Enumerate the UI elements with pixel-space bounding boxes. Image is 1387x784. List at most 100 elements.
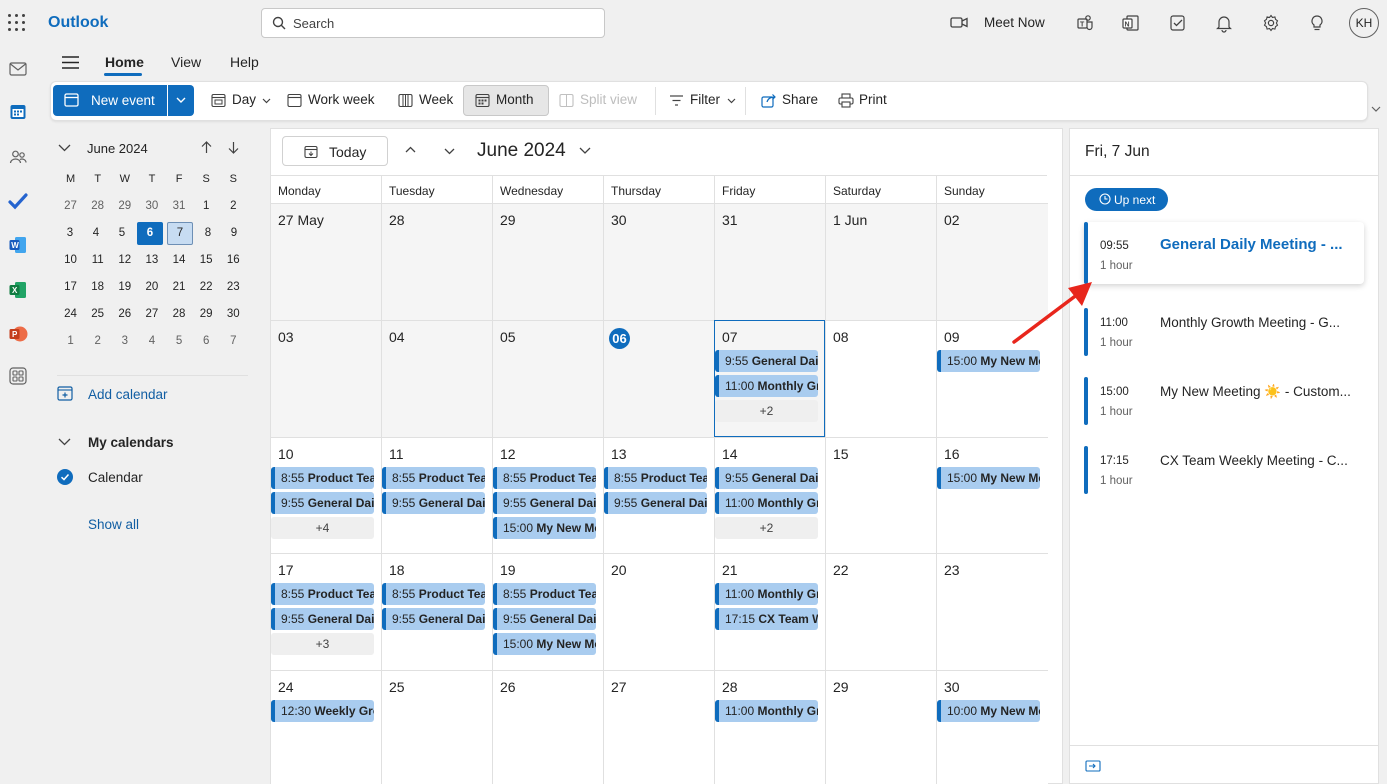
- day-cell[interactable]: 29: [825, 670, 936, 784]
- event-chip[interactable]: 10:00 My New Meeting: [937, 700, 1040, 722]
- day-cell[interactable]: 28: [381, 203, 492, 320]
- tab-view[interactable]: View: [171, 54, 201, 70]
- today-button[interactable]: Today: [282, 136, 388, 166]
- event-chip[interactable]: 11:00 Monthly Growth Meeting: [715, 700, 818, 722]
- more-apps-icon[interactable]: [8, 366, 28, 386]
- week-view-button[interactable]: Week: [419, 92, 453, 107]
- mini-calendar-day[interactable]: 14: [166, 247, 193, 274]
- people-icon[interactable]: [8, 147, 28, 167]
- mini-calendar-day[interactable]: 28: [166, 301, 193, 328]
- day-cell[interactable]: 138:55 Product Team9:55 General Daily Me…: [603, 437, 714, 554]
- event-chip[interactable]: 15:00 My New Meeting: [493, 517, 596, 539]
- mini-calendar-day[interactable]: 12: [111, 247, 138, 274]
- mini-calendar-day[interactable]: 23: [220, 274, 247, 301]
- mini-calendar-day[interactable]: 4: [138, 328, 165, 355]
- to-do-check-icon[interactable]: [8, 191, 28, 211]
- work-week-button[interactable]: Work week: [308, 92, 375, 107]
- day-cell[interactable]: 108:55 Product Team9:55 General Daily Me…: [270, 437, 381, 554]
- event-chip[interactable]: 9:55 General Daily Meeting: [493, 492, 596, 514]
- chevron-up-icon[interactable]: [405, 146, 416, 153]
- chevron-down-icon[interactable]: [262, 98, 271, 104]
- app-title[interactable]: Outlook: [48, 14, 108, 32]
- mini-calendar-day[interactable]: 8: [195, 220, 221, 247]
- event-chip[interactable]: 8:55 Product Team: [271, 583, 374, 605]
- event-chip[interactable]: 8:55 Product Team: [604, 467, 707, 489]
- day-cell[interactable]: 27: [603, 670, 714, 784]
- month-title[interactable]: June 2024: [477, 140, 566, 162]
- mini-calendar-day[interactable]: 2: [220, 193, 247, 220]
- event-chip[interactable]: 8:55 Product Team: [271, 467, 374, 489]
- calendar-checkbox[interactable]: [57, 469, 73, 485]
- mini-calendar-day[interactable]: 6: [193, 328, 220, 355]
- chevron-down-icon[interactable]: [58, 144, 71, 152]
- print-button[interactable]: Print: [859, 92, 887, 107]
- day-cell[interactable]: 1 Jun: [825, 203, 936, 320]
- day-cell[interactable]: 15: [825, 437, 936, 554]
- day-cell[interactable]: 22: [825, 553, 936, 670]
- day-cell[interactable]: 118:55 Product Team9:55 General Daily Me…: [381, 437, 492, 554]
- mini-calendar-title[interactable]: June 2024: [87, 141, 148, 156]
- mini-calendar-day[interactable]: 29: [111, 193, 138, 220]
- day-cell[interactable]: 29: [492, 203, 603, 320]
- chevron-down-icon[interactable]: [1371, 106, 1381, 113]
- day-cell[interactable]: 128:55 Product Team9:55 General Daily Me…: [492, 437, 603, 554]
- day-cell[interactable]: 27 May: [270, 203, 381, 320]
- mini-calendar-day[interactable]: 31: [166, 193, 193, 220]
- day-cell[interactable]: 2111:00 Monthly Growth Meeting17:15 CX T…: [714, 553, 825, 670]
- word-icon[interactable]: W: [8, 235, 28, 255]
- event-chip[interactable]: 8:55 Product Team: [493, 467, 596, 489]
- to-do-icon[interactable]: [1168, 13, 1188, 33]
- day-cell[interactable]: 188:55 Product Team9:55 General Daily Me…: [381, 553, 492, 670]
- mini-calendar-day[interactable]: 27: [57, 193, 84, 220]
- mini-calendar-day[interactable]: 7: [166, 222, 194, 245]
- day-cell[interactable]: 30 10:00 My New Meeting: [936, 670, 1048, 784]
- mini-calendar-day[interactable]: 13: [138, 247, 165, 274]
- video-camera-icon[interactable]: [950, 16, 968, 29]
- mini-calendar-day[interactable]: 22: [193, 274, 220, 301]
- settings-gear-icon[interactable]: [1261, 13, 1281, 33]
- mini-calendar-day[interactable]: 30: [220, 301, 247, 328]
- event-chip[interactable]: 11:00 Monthly Growth Meeting: [715, 492, 818, 514]
- search-box[interactable]: Search: [261, 8, 605, 38]
- calendar-icon[interactable]: [8, 102, 28, 122]
- hamburger-menu-icon[interactable]: [62, 56, 79, 69]
- event-chip[interactable]: 8:55 Product Team: [493, 583, 596, 605]
- mini-calendar-day[interactable]: 27: [138, 301, 165, 328]
- event-chip[interactable]: 9:55 General Daily Meeting: [715, 350, 818, 372]
- agenda-item[interactable]: 11:00 1 hour Monthly Growth Meeting - G...: [1084, 298, 1364, 360]
- day-cell[interactable]: 20: [603, 553, 714, 670]
- mini-calendar-day[interactable]: 28: [84, 193, 111, 220]
- event-chip[interactable]: 17:15 CX Team Weekly Meeting: [715, 608, 818, 630]
- day-cell[interactable]: 07 9:55 General Daily Meeting 11:00 Monthl…: [714, 320, 825, 437]
- mini-calendar-day[interactable]: 9: [221, 220, 247, 247]
- day-cell[interactable]: 28 11:00 Monthly Growth Meeting: [714, 670, 825, 784]
- mini-calendar-day[interactable]: 15: [193, 247, 220, 274]
- event-chip[interactable]: 8:55 Product Team: [382, 467, 485, 489]
- chevron-down-icon[interactable]: [579, 147, 591, 155]
- event-chip[interactable]: 9:55 General Daily Meeting: [604, 492, 707, 514]
- event-chip[interactable]: 9:55 General Daily Meeting: [715, 467, 818, 489]
- day-cell[interactable]: 23: [936, 553, 1048, 670]
- mini-calendar-day[interactable]: 5: [109, 220, 135, 247]
- split-view-button[interactable]: Split view: [580, 92, 637, 107]
- day-cell[interactable]: 08: [825, 320, 936, 437]
- more-events-button[interactable]: +2: [715, 517, 818, 539]
- mini-calendar-day[interactable]: 11: [84, 247, 111, 274]
- event-chip[interactable]: 9:55 General Daily Meeting: [271, 492, 374, 514]
- mail-icon[interactable]: [8, 59, 28, 79]
- event-chip[interactable]: 12:30 Weekly Group: [271, 700, 374, 722]
- event-chip[interactable]: 9:55 General Daily Meeting: [271, 608, 374, 630]
- mini-calendar-day[interactable]: 21: [166, 274, 193, 301]
- collapse-pane-icon[interactable]: [1085, 760, 1101, 772]
- mini-calendar-day[interactable]: 25: [84, 301, 111, 328]
- arrow-up-icon[interactable]: [201, 141, 212, 154]
- more-events-button[interactable]: +3: [271, 633, 374, 655]
- event-chip[interactable]: 15:00 My New Meeting: [937, 350, 1040, 372]
- event-chip[interactable]: 9:55 General Daily Meeting: [382, 608, 485, 630]
- filter-button[interactable]: Filter: [690, 92, 720, 107]
- mini-calendar-day[interactable]: 29: [193, 301, 220, 328]
- mini-calendar-day[interactable]: 19: [111, 274, 138, 301]
- chevron-down-icon[interactable]: [58, 438, 71, 446]
- day-cell[interactable]: 04: [381, 320, 492, 437]
- my-calendars-heading[interactable]: My calendars: [88, 435, 174, 450]
